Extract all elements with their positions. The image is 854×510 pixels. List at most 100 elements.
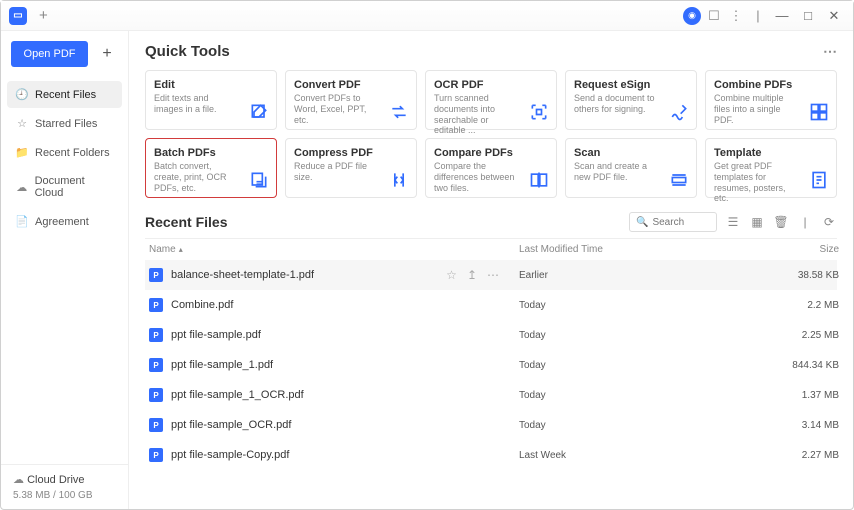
file-size: 2.27 MB: [719, 450, 839, 461]
tool-scan[interactable]: ScanScan and create a new PDF file.: [565, 138, 697, 198]
compress-icon: [388, 169, 410, 191]
open-pdf-button[interactable]: Open PDF: [11, 41, 88, 67]
table-row[interactable]: Pppt file-sample-Copy.pdfLast Week2.27 M…: [145, 440, 837, 470]
content: Quick Tools ⋯ EditEdit texts and images …: [129, 31, 853, 509]
user-avatar[interactable]: ◉: [683, 7, 701, 25]
table-row[interactable]: Pbalance-sheet-template-1.pdf☆↥⋯Earlier3…: [145, 260, 837, 290]
table-header: Name▴ Last Modified Time Size: [145, 239, 837, 260]
sidebar-document-cloud-label: Document Cloud: [35, 175, 114, 199]
titlebar-left: ▭ +: [9, 7, 54, 25]
titlebar-right: ◉ ☐ ⋮ | — □ ✕: [683, 7, 845, 25]
search-icon: 🔍: [636, 217, 648, 228]
sort-asc-icon: ▴: [179, 245, 183, 254]
sidebar-recent-folders-label: Recent Folders: [35, 147, 110, 159]
sidebar: Open PDF + 🕘Recent Files☆Starred Files 📁 R…: [1, 31, 129, 509]
search-box[interactable]: 🔍: [629, 212, 717, 232]
create-pdf-button[interactable]: +: [96, 41, 118, 67]
more-icon[interactable]: ⋮: [727, 7, 745, 25]
sidebar-agreement[interactable]: 📄Agreement: [7, 208, 122, 235]
recent-table: Name▴ Last Modified Time Size Pbalance-s…: [145, 238, 837, 470]
sidebar-agreement-icon: 📄: [15, 215, 29, 228]
cloud-icon: ☁: [13, 474, 24, 486]
col-size[interactable]: Size: [719, 244, 839, 255]
pdf-icon: P: [149, 358, 163, 372]
file-name-cell: PCombine.pdf: [149, 298, 519, 312]
file-date: Today: [519, 360, 719, 371]
tool-compress-desc: Reduce a PDF file size.: [294, 161, 376, 183]
recent-tools: 🔍 ☰ ▦ 🗑 | ⟳: [629, 212, 837, 232]
table-body: Pbalance-sheet-template-1.pdf☆↥⋯Earlier3…: [145, 260, 837, 470]
tools-grid: EditEdit texts and images in a file.Conv…: [145, 70, 837, 198]
file-name-cell: Pppt file-sample_1_OCR.pdf: [149, 388, 519, 402]
maximize-button[interactable]: □: [797, 7, 819, 25]
tool-edit-title: Edit: [154, 79, 268, 91]
col-name[interactable]: Name▴: [149, 244, 519, 255]
sidebar-bottom: ☁ Cloud Drive 5.38 MB / 100 GB: [1, 464, 128, 509]
sidebar-document-cloud[interactable]: ☁Document Cloud: [7, 168, 122, 206]
tool-compress[interactable]: Compress PDF Reduce a PDF file size.: [285, 138, 417, 198]
file-name-cell: Pppt file-sample_1.pdf: [149, 358, 519, 372]
tool-scan-title: Scan: [574, 147, 688, 159]
row-more-icon[interactable]: ⋯: [487, 268, 499, 282]
star-icon[interactable]: ☆: [446, 268, 457, 282]
main: Open PDF + 🕘Recent Files☆Starred Files 📁 R…: [1, 31, 853, 509]
titlebar: ▭ + ◉ ☐ ⋮ | — □ ✕: [1, 1, 853, 31]
tool-template-title: Template: [714, 147, 828, 159]
tool-esign[interactable]: Request eSignSend a document to others f…: [565, 70, 697, 130]
refresh-icon[interactable]: ⟳: [821, 214, 837, 230]
file-name-cell: Pppt file-sample-Copy.pdf: [149, 448, 519, 462]
sidebar-nav: 🕘Recent Files☆Starred Files 📁 Recent Folde…: [1, 77, 128, 239]
recent-title: Recent Files: [145, 214, 227, 230]
tool-ocr[interactable]: OCR PDFTurn scanned documents into searc…: [425, 70, 557, 130]
table-row[interactable]: Pppt file-sample_OCR.pdfToday3.14 MB: [145, 410, 837, 440]
tool-convert-desc: Convert PDFs to Word, Excel, PPT, etc.: [294, 93, 376, 125]
table-row[interactable]: Pppt file-sample.pdfToday2.25 MB: [145, 320, 837, 350]
tool-compress-title: Compress PDF: [294, 147, 408, 159]
table-row[interactable]: Pppt file-sample_1_OCR.pdfToday1.37 MB: [145, 380, 837, 410]
esign-icon: [668, 101, 690, 123]
tool-convert[interactable]: Convert PDFConvert PDFs to Word, Excel, …: [285, 70, 417, 130]
tool-combine[interactable]: Combine PDFsCombine multiple files into …: [705, 70, 837, 130]
tool-edit[interactable]: EditEdit texts and images in a file.: [145, 70, 277, 130]
tool-compare[interactable]: Compare PDFsCompare the differences betw…: [425, 138, 557, 198]
recent-header: Recent Files 🔍 ☰ ▦ 🗑 | ⟳: [145, 212, 837, 232]
sidebar-starred-files[interactable]: ☆Starred Files: [7, 110, 122, 137]
close-button[interactable]: ✕: [823, 7, 845, 25]
search-input[interactable]: [652, 217, 710, 228]
grid-view-icon[interactable]: ▦: [749, 214, 765, 230]
scan-icon: [668, 169, 690, 191]
sidebar-recent-folders-icon: 📁: [15, 146, 29, 159]
file-name-cell: Pppt file-sample_OCR.pdf: [149, 418, 519, 432]
list-view-icon[interactable]: ☰: [725, 214, 741, 230]
edit-icon: [248, 101, 270, 123]
tool-compare-desc: Compare the differences between two file…: [434, 161, 516, 193]
notifications-icon[interactable]: ☐: [705, 7, 723, 25]
file-size: 3.14 MB: [719, 420, 839, 431]
tool-combine-desc: Combine multiple files into a single PDF…: [714, 93, 796, 125]
file-name: ppt file-sample-Copy.pdf: [171, 449, 289, 461]
combine-icon: [808, 101, 830, 123]
file-size: 2.25 MB: [719, 330, 839, 341]
delete-icon[interactable]: 🗑: [773, 214, 789, 230]
table-row[interactable]: Pppt file-sample_1.pdfToday844.34 KB: [145, 350, 837, 380]
tool-template[interactable]: TemplateGet great PDF templates for resu…: [705, 138, 837, 198]
tool-batch[interactable]: Batch PDFsBatch convert, create, print, …: [145, 138, 277, 198]
sidebar-recent-files-label: Recent Files: [35, 89, 96, 101]
ocr-icon: [528, 101, 550, 123]
minimize-button[interactable]: —: [771, 7, 793, 25]
new-tab-button[interactable]: +: [33, 7, 54, 24]
cloud-drive-label: Cloud Drive: [27, 474, 84, 486]
file-size: 844.34 KB: [719, 360, 839, 371]
upload-icon[interactable]: ↥: [467, 268, 477, 282]
file-date: Last Week: [519, 450, 719, 461]
pdf-icon: P: [149, 298, 163, 312]
cloud-drive-row[interactable]: ☁ Cloud Drive: [13, 473, 116, 486]
sidebar-recent-folders[interactable]: 📁 Recent Folders: [7, 139, 122, 166]
table-row[interactable]: PCombine.pdfToday2.2 MB: [145, 290, 837, 320]
sidebar-recent-files[interactable]: 🕘Recent Files: [7, 81, 122, 108]
quick-tools-more-icon[interactable]: ⋯: [823, 43, 837, 60]
pdf-icon: P: [149, 388, 163, 402]
tool-esign-desc: Send a document to others for signing.: [574, 93, 656, 115]
file-date: Today: [519, 330, 719, 341]
col-date[interactable]: Last Modified Time: [519, 244, 719, 255]
